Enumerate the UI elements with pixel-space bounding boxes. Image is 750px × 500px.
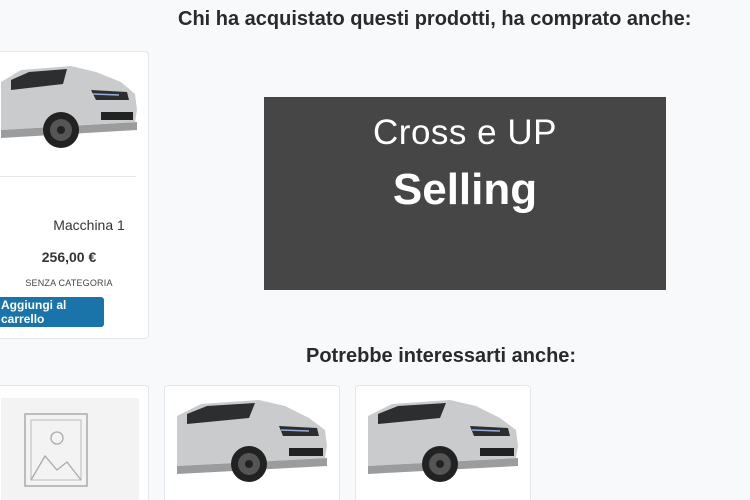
cross-up-selling-banner: Cross e UP Selling (264, 97, 666, 290)
product-card[interactable] (0, 385, 149, 500)
image-placeholder-icon (24, 413, 88, 487)
product-card[interactable] (164, 385, 340, 500)
product-category[interactable]: SENZA CATEGORIA (19, 278, 119, 288)
product-card[interactable]: Macchina 1 256,00 € SENZA CATEGORIA Aggi… (0, 51, 149, 339)
car-image[interactable] (175, 396, 329, 484)
product-price: 256,00 € (41, 249, 97, 265)
add-to-cart-button[interactable]: Aggiungi al carrello (0, 297, 104, 327)
banner-line2: Selling (392, 165, 538, 214)
image-placeholder[interactable] (1, 398, 139, 500)
car-image[interactable] (366, 396, 520, 484)
product-card[interactable] (355, 385, 531, 500)
bought-also-heading: Chi ha acquistato questi prodotti, ha co… (178, 8, 692, 30)
car-image[interactable] (1, 60, 139, 152)
card-divider (0, 176, 136, 177)
product-name[interactable]: Macchina 1 (19, 217, 148, 233)
banner-line1: Cross e UP (373, 113, 557, 152)
may-interest-heading: Potrebbe interessarti anche: (306, 345, 577, 367)
